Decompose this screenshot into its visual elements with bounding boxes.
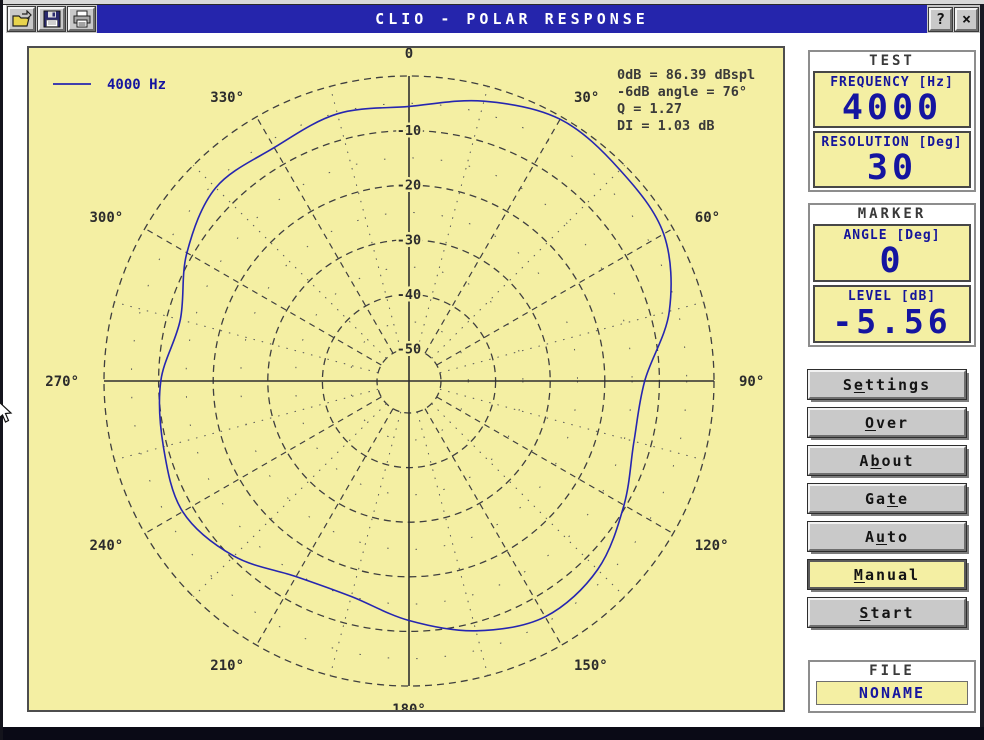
marker-angle-display: ANGLE [Deg] 0 bbox=[813, 224, 971, 282]
svg-text:180°: 180° bbox=[392, 702, 426, 710]
chart-legend: 4000 Hz bbox=[53, 77, 166, 93]
start-button[interactable]: Start bbox=[808, 598, 966, 627]
polar-chart[interactable]: -10 -20 -30 -40 -50 0 30° 60° 90° 120° 150° 180° 210… bbox=[29, 48, 783, 710]
window-bottom-edge bbox=[3, 727, 984, 740]
svg-text:Q = 1.27: Q = 1.27 bbox=[617, 101, 682, 117]
polar-chart-panel[interactable]: -10 -20 -30 -40 -50 0 30° 60° 90° 120° 150° 180° 210… bbox=[27, 46, 785, 712]
chart-annotations: 0dB = 86.39 dBspl-6dB angle = 76°Q = 1.2… bbox=[617, 67, 755, 134]
over-button[interactable]: Over bbox=[808, 408, 966, 437]
save-file-button[interactable] bbox=[38, 7, 65, 31]
svg-text:330°: 330° bbox=[210, 90, 244, 106]
title-bar: CLIO - POLAR RESPONSE ? × bbox=[6, 5, 980, 33]
file-group-title: FILE bbox=[810, 662, 974, 679]
about-button[interactable]: About bbox=[808, 446, 966, 475]
svg-text:30°: 30° bbox=[574, 90, 599, 106]
window-title: CLIO - POLAR RESPONSE bbox=[97, 5, 927, 33]
marker-group: MARKER ANGLE [Deg] 0 LEVEL [dB] -5.56 bbox=[808, 203, 976, 347]
window-right-edge bbox=[980, 4, 984, 727]
toolbar bbox=[6, 5, 97, 33]
svg-text:0dB = 86.39 dBspl: 0dB = 86.39 dBspl bbox=[617, 67, 755, 83]
help-button[interactable]: ? bbox=[929, 8, 952, 31]
close-button[interactable]: × bbox=[955, 8, 978, 31]
resolution-display: RESOLUTION [Deg] 30 bbox=[813, 131, 971, 188]
print-button[interactable] bbox=[68, 7, 95, 31]
svg-text:90°: 90° bbox=[739, 374, 764, 390]
svg-text:-20: -20 bbox=[397, 178, 421, 194]
marker-group-title: MARKER bbox=[810, 205, 974, 222]
open-folder-icon bbox=[11, 10, 32, 28]
button-stack: Settings Over About Gate Auto Manual Start bbox=[808, 370, 966, 636]
svg-text:-40: -40 bbox=[397, 287, 421, 303]
svg-text:0: 0 bbox=[405, 48, 413, 62]
polar-grid bbox=[104, 76, 714, 686]
save-floppy-icon bbox=[43, 10, 61, 28]
svg-text:60°: 60° bbox=[695, 210, 720, 226]
svg-text:DI = 1.03 dB: DI = 1.03 dB bbox=[617, 118, 715, 134]
mouse-cursor bbox=[0, 400, 13, 428]
svg-text:240°: 240° bbox=[89, 538, 123, 554]
file-group: FILE NONAME bbox=[808, 660, 976, 713]
frequency-display: FREQUENCY [Hz] 4000 bbox=[813, 71, 971, 128]
svg-text:150°: 150° bbox=[574, 658, 608, 674]
svg-text:-50: -50 bbox=[397, 342, 421, 358]
marker-angle-value: 0 bbox=[815, 243, 969, 282]
file-name-value: NONAME bbox=[816, 681, 968, 705]
gate-button[interactable]: Gate bbox=[808, 484, 966, 513]
svg-text:300°: 300° bbox=[89, 210, 123, 226]
svg-text:-10: -10 bbox=[397, 123, 421, 139]
settings-button[interactable]: Settings bbox=[808, 370, 966, 399]
angle-labels: 0 30° 60° 90° 120° 150° 180° 210° 240° 270° 300° 33… bbox=[45, 48, 764, 710]
svg-text:120°: 120° bbox=[695, 538, 729, 554]
open-file-button[interactable] bbox=[8, 7, 35, 31]
svg-text:-30: -30 bbox=[397, 232, 421, 248]
test-group-title: TEST bbox=[810, 52, 974, 69]
marker-level-display: LEVEL [dB] -5.56 bbox=[813, 285, 971, 343]
window-controls: ? × bbox=[927, 5, 980, 33]
svg-text:210°: 210° bbox=[210, 658, 244, 674]
printer-icon bbox=[72, 10, 92, 28]
clio-window: CLIO - POLAR RESPONSE ? × -10 -20 -30 -40 -5… bbox=[0, 0, 984, 740]
resolution-value: 30 bbox=[815, 150, 969, 189]
legend-label: 4000 Hz bbox=[107, 77, 166, 93]
test-group: TEST FREQUENCY [Hz] 4000 RESOLUTION [Deg… bbox=[808, 50, 976, 192]
auto-button[interactable]: Auto bbox=[808, 522, 966, 551]
svg-text:270°: 270° bbox=[45, 374, 79, 390]
svg-text:-6dB angle = 76°: -6dB angle = 76° bbox=[617, 84, 747, 100]
marker-level-value: -5.56 bbox=[815, 304, 969, 341]
manual-button[interactable]: Manual bbox=[808, 560, 966, 589]
frequency-value: 4000 bbox=[815, 90, 969, 129]
